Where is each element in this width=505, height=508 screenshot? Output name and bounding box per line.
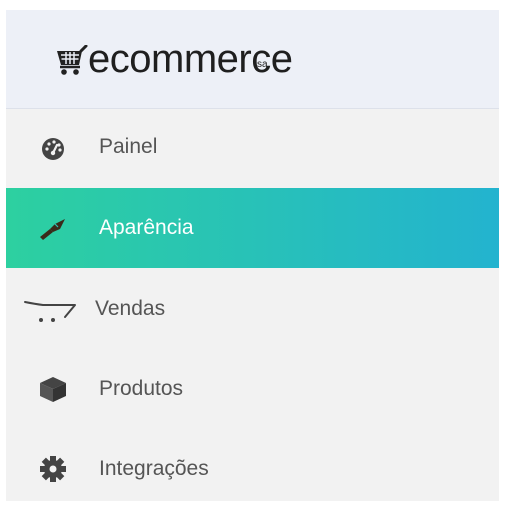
cart-outline-icon bbox=[24, 301, 76, 322]
sidebar-item-aparencia[interactable]: Aparência bbox=[6, 188, 499, 268]
sidebar-item-integracoes[interactable]: Integrações bbox=[6, 428, 499, 508]
dashboard-gauge-icon bbox=[42, 138, 64, 160]
box-package-icon bbox=[40, 377, 66, 402]
sidebar-item-label: Vendas bbox=[95, 297, 166, 320]
brand-suffix: sa bbox=[257, 59, 268, 70]
paint-brush-icon bbox=[40, 219, 65, 240]
gear-icon bbox=[40, 456, 66, 482]
sidebar-item-painel[interactable]: Painel bbox=[6, 109, 499, 188]
sidebar-item-label: Integrações bbox=[99, 457, 209, 480]
sidebar-item-vendas[interactable]: Vendas bbox=[6, 268, 499, 348]
sidebar: ecommerce sa Painel Aparência Vendas Pro… bbox=[6, 10, 499, 501]
sidebar-item-label: Aparência bbox=[99, 216, 194, 239]
shopping-cart-icon bbox=[57, 45, 88, 75]
sidebar-item-label: Painel bbox=[99, 135, 158, 158]
brand-header[interactable]: ecommerce sa bbox=[6, 10, 499, 109]
sidebar-menu: Painel Aparência Vendas Produtos Integra… bbox=[6, 109, 499, 508]
sidebar-item-label: Produtos bbox=[99, 377, 184, 400]
sidebar-item-produtos[interactable]: Produtos bbox=[6, 348, 499, 428]
